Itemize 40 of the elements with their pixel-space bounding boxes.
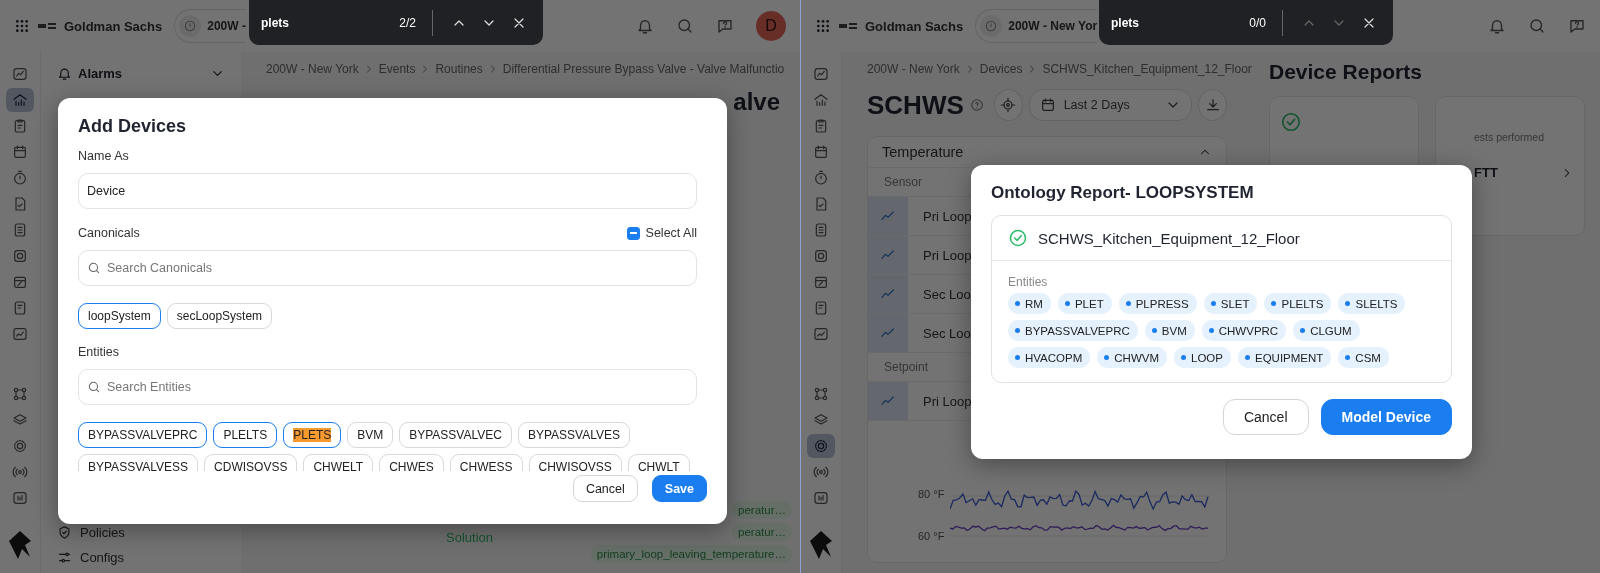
section-title: Device Reports [1269, 60, 1423, 84]
entity-tag: CHWVM [1097, 347, 1167, 368]
entity-tag: RM [1008, 293, 1051, 314]
organization-name: Goldman Sachs [64, 18, 163, 34]
card-caption: ests performed [1474, 131, 1546, 143]
device-name: SCHWS_Kitchen_Equipment_12_Floor [1038, 229, 1300, 247]
match-count: 0/0 [1249, 15, 1266, 30]
group-label: Sensor [884, 175, 923, 189]
entity-tag: PLPRESS [1118, 293, 1197, 314]
solution-label: Solution [446, 530, 493, 545]
entity-tag: CSM [1338, 347, 1389, 368]
section-label: Entities [78, 345, 120, 359]
entity-tag: CLGUM [1293, 320, 1360, 341]
card-value: FTT [1474, 165, 1498, 180]
section-label: Entities [1008, 275, 1049, 289]
organization-name: Goldman Sachs [865, 18, 964, 34]
axis-label: 80 °F [918, 488, 945, 500]
entity-tag: SLELTS [1338, 293, 1406, 314]
entity-tag: BYPASSVALVEPRC [1008, 320, 1138, 341]
dialog-title: Ontology Report- LOOPSYSTEM [991, 183, 1255, 203]
entity-tag: CHWVPRC [1201, 320, 1287, 341]
field-label: Name As [78, 149, 130, 163]
tag: peratur… [732, 501, 792, 519]
tag: peratur… [732, 523, 792, 541]
section-label: Canonicals [78, 226, 140, 240]
entity-tag: SLET [1203, 293, 1258, 314]
entity-tag: PLELTS [1264, 293, 1332, 314]
entity-tag: HVACOPM [1008, 347, 1091, 368]
axis-label: 60 °F [918, 530, 945, 542]
match-count: 2/2 [399, 15, 416, 30]
entity-tag: BVM [1144, 320, 1195, 341]
dialog-title: Add Devices [78, 116, 188, 137]
panel-title: Temperature [882, 144, 964, 160]
page-title: alve [733, 88, 780, 116]
tag: primary_loop_leaving_temperature… [590, 545, 792, 563]
entity-tag: PLET [1057, 293, 1112, 314]
group-label: Setpoint [884, 360, 929, 374]
device-title: SCHWS [867, 89, 964, 121]
entity-tag: EQUIPMENT [1238, 347, 1332, 368]
entity-tag: LOOP [1174, 347, 1231, 368]
